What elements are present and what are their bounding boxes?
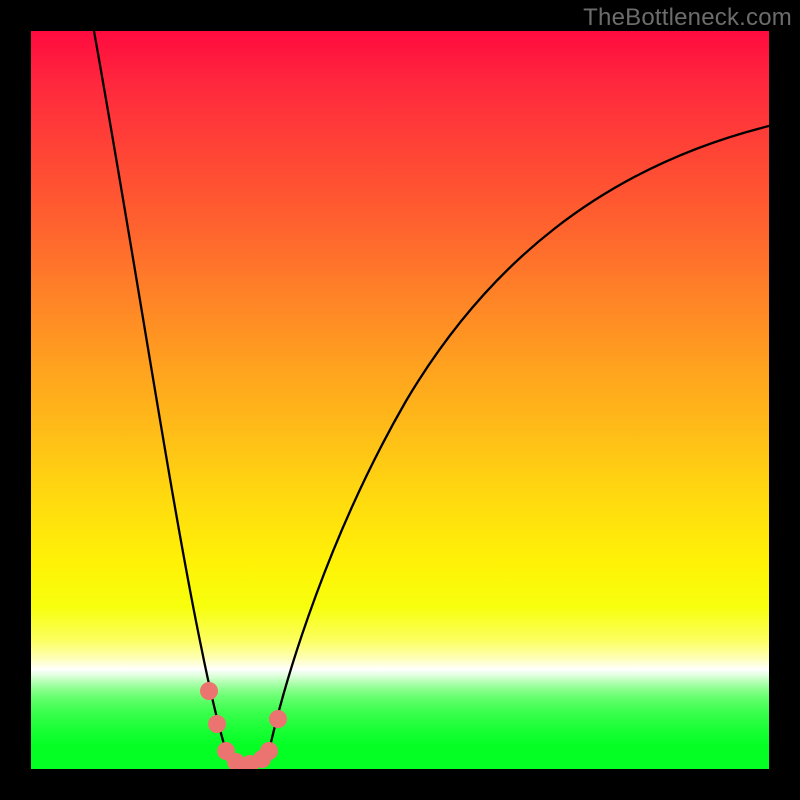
- trough-markers: [201, 683, 287, 770]
- watermark-text: TheBottleneck.com: [583, 4, 792, 32]
- curve-left: [94, 31, 226, 751]
- chart-container: TheBottleneck.com: [0, 0, 800, 800]
- plot-area: [31, 31, 769, 769]
- curve-right: [269, 126, 769, 751]
- curve-layer: [31, 31, 769, 769]
